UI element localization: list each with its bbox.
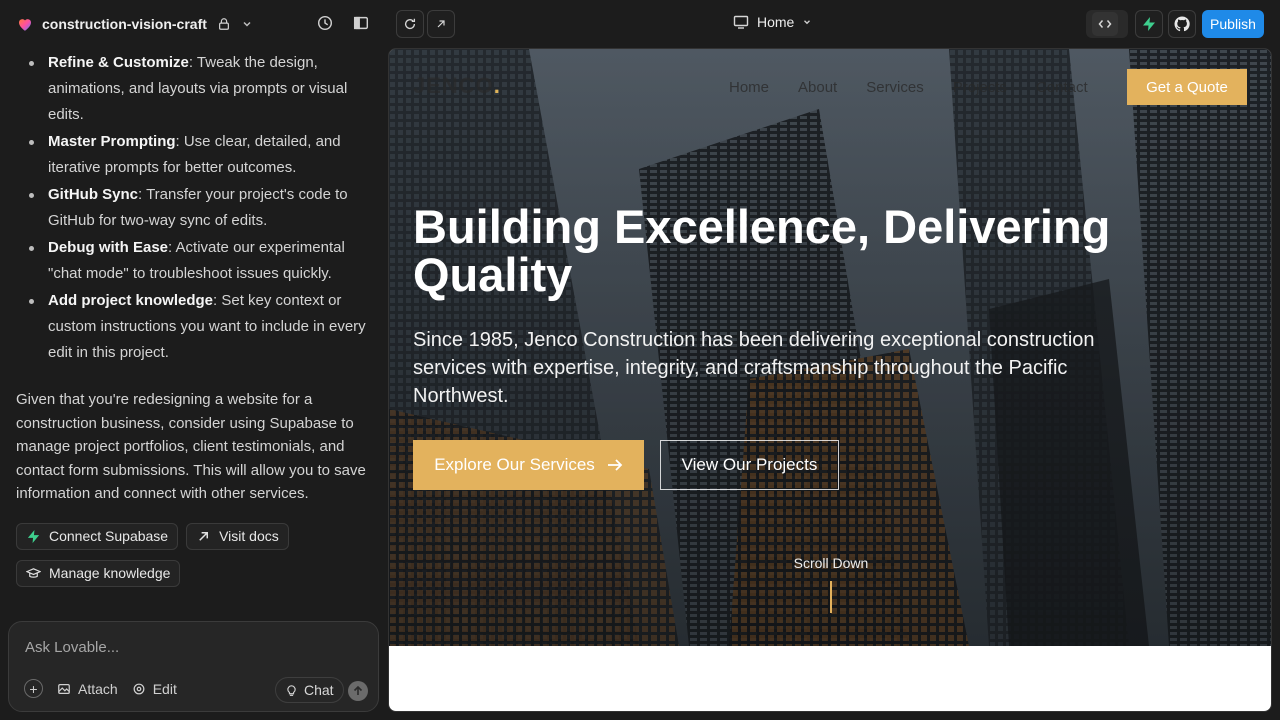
- preview-toolbar: Home Publish: [388, 0, 1280, 48]
- attach-label: Attach: [78, 680, 118, 697]
- project-actions: [316, 14, 370, 32]
- site-nav: Home About Services Projects Contact: [729, 79, 1088, 96]
- refresh-icon: [404, 18, 416, 30]
- scroll-indicator: [830, 581, 832, 613]
- send-button[interactable]: [348, 681, 368, 701]
- chat-messages[interactable]: Refine & Customize: Tweak the design, an…: [0, 48, 388, 618]
- github-button[interactable]: [1168, 10, 1196, 38]
- open-new-tab-button[interactable]: [427, 10, 455, 38]
- tip-title: Refine & Customize: [48, 54, 189, 71]
- history-icon[interactable]: [316, 14, 334, 32]
- list-item: GitHub Sync: Transfer your project's cod…: [16, 182, 372, 234]
- chat-input[interactable]: Ask Lovable...: [25, 639, 119, 656]
- attach-button[interactable]: Attach: [57, 681, 118, 697]
- explore-services-button[interactable]: Explore Our Services: [413, 440, 644, 490]
- supabase-icon: [27, 529, 40, 543]
- project-name[interactable]: construction-vision-craft: [42, 16, 207, 32]
- nav-home[interactable]: Home: [729, 79, 769, 96]
- target-icon: [133, 683, 145, 694]
- image-icon: [58, 683, 70, 694]
- nav-projects[interactable]: Projects: [953, 79, 1007, 96]
- route-label: Home: [757, 14, 795, 30]
- graduation-cap-icon: [26, 567, 41, 578]
- tip-title: Add project knowledge: [48, 292, 214, 309]
- list-item: Refine & Customize: Tweak the design, an…: [16, 50, 372, 128]
- hero-section: JENCO. Home About Services Projects Cont…: [389, 49, 1271, 646]
- site-preview: JENCO. Home About Services Projects Cont…: [388, 48, 1272, 712]
- hero-subtitle: Since 1985, Jenco Construction has been …: [413, 329, 1095, 407]
- chat-composer[interactable]: Ask Lovable... + Attach Edit Chat: [8, 621, 379, 712]
- route-selector[interactable]: Home: [733, 14, 812, 30]
- github-icon: [1174, 16, 1190, 32]
- publish-button[interactable]: Publish: [1202, 10, 1264, 38]
- scroll-down-label[interactable]: Scroll Down: [781, 555, 881, 571]
- logo-dot: .: [493, 73, 501, 98]
- chat-panel: construction-vision-craft Refine & Custo…: [0, 0, 388, 720]
- app-window: construction-vision-craft Refine & Custo…: [0, 0, 1280, 720]
- arrow-right-icon: [607, 459, 623, 471]
- list-item: Debug with Ease: Activate our experiment…: [16, 235, 372, 287]
- logo-text: JENCO: [413, 73, 494, 98]
- chat-mode-label: Chat: [304, 682, 334, 698]
- code-view-toggle[interactable]: [1086, 10, 1128, 38]
- code-icon: [1092, 12, 1118, 36]
- external-link-icon: [199, 531, 209, 541]
- nav-services[interactable]: Services: [866, 79, 924, 96]
- edit-label: Edit: [152, 680, 177, 697]
- tip-title: Debug with Ease: [48, 239, 169, 256]
- cta-label: Explore Our Services: [434, 455, 595, 474]
- get-quote-button[interactable]: Get a Quote: [1127, 69, 1247, 105]
- nav-about[interactable]: About: [798, 79, 837, 96]
- action-chips: Connect Supabase Visit docs Manage knowl…: [16, 522, 372, 587]
- lovable-heart-icon: [19, 19, 31, 31]
- refresh-button[interactable]: [396, 10, 424, 38]
- lightbulb-icon: [287, 684, 296, 696]
- plus-button[interactable]: +: [24, 679, 43, 698]
- assistant-message: Given that you're redesigning a website …: [16, 391, 366, 502]
- lock-icon[interactable]: [217, 17, 231, 31]
- chevron-down-icon: [804, 20, 811, 25]
- tip-title: Master Prompting: [48, 133, 176, 150]
- project-bar: construction-vision-craft: [0, 0, 388, 48]
- chevron-down-icon[interactable]: [241, 18, 253, 30]
- hero-title: Building Excellence, Delivering Quality: [413, 200, 1111, 301]
- tips-list: Refine & Customize: Tweak the design, an…: [16, 50, 372, 366]
- list-item: Add project knowledge: Set key context o…: [16, 288, 372, 366]
- monitor-icon: [733, 15, 749, 29]
- view-projects-button[interactable]: View Our Projects: [660, 440, 839, 490]
- manage-knowledge-button[interactable]: Manage knowledge: [16, 559, 181, 587]
- edit-button[interactable]: Edit: [132, 681, 177, 697]
- chip-label: Connect Supabase: [49, 528, 169, 544]
- sidebar-toggle-icon[interactable]: [352, 14, 370, 32]
- connect-supabase-button[interactable]: Connect Supabase: [16, 522, 179, 550]
- chat-mode-toggle[interactable]: Chat: [275, 677, 344, 703]
- arrow-up-icon: [353, 686, 363, 695]
- composer-tools: + Attach Edit: [24, 679, 177, 698]
- tip-title: GitHub Sync: [48, 186, 139, 203]
- visit-docs-button[interactable]: Visit docs: [186, 522, 289, 550]
- list-item: Master Prompting: Use clear, detailed, a…: [16, 129, 372, 181]
- nav-contact[interactable]: Contact: [1036, 79, 1088, 96]
- supabase-button[interactable]: [1135, 10, 1163, 38]
- chip-label: Manage knowledge: [49, 565, 171, 581]
- supabase-icon: [1143, 17, 1155, 31]
- site-logo[interactable]: JENCO.: [413, 73, 501, 99]
- external-link-icon: [437, 20, 445, 28]
- chip-label: Visit docs: [219, 528, 279, 544]
